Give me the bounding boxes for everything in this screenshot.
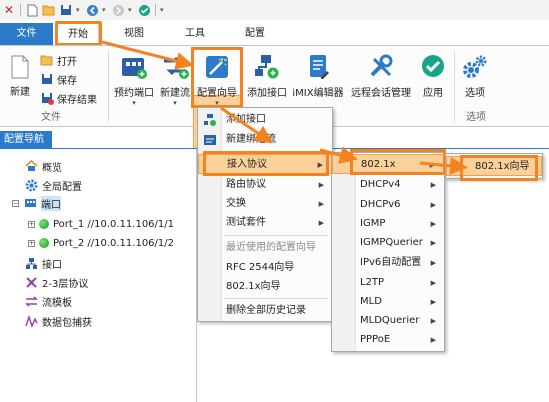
guide-arrow — [101, 40, 194, 70]
guide-arrow — [319, 146, 358, 164]
guide-arrows — [101, 40, 468, 175]
guide-arrow — [220, 106, 273, 144]
guide-arrow — [419, 156, 468, 175]
